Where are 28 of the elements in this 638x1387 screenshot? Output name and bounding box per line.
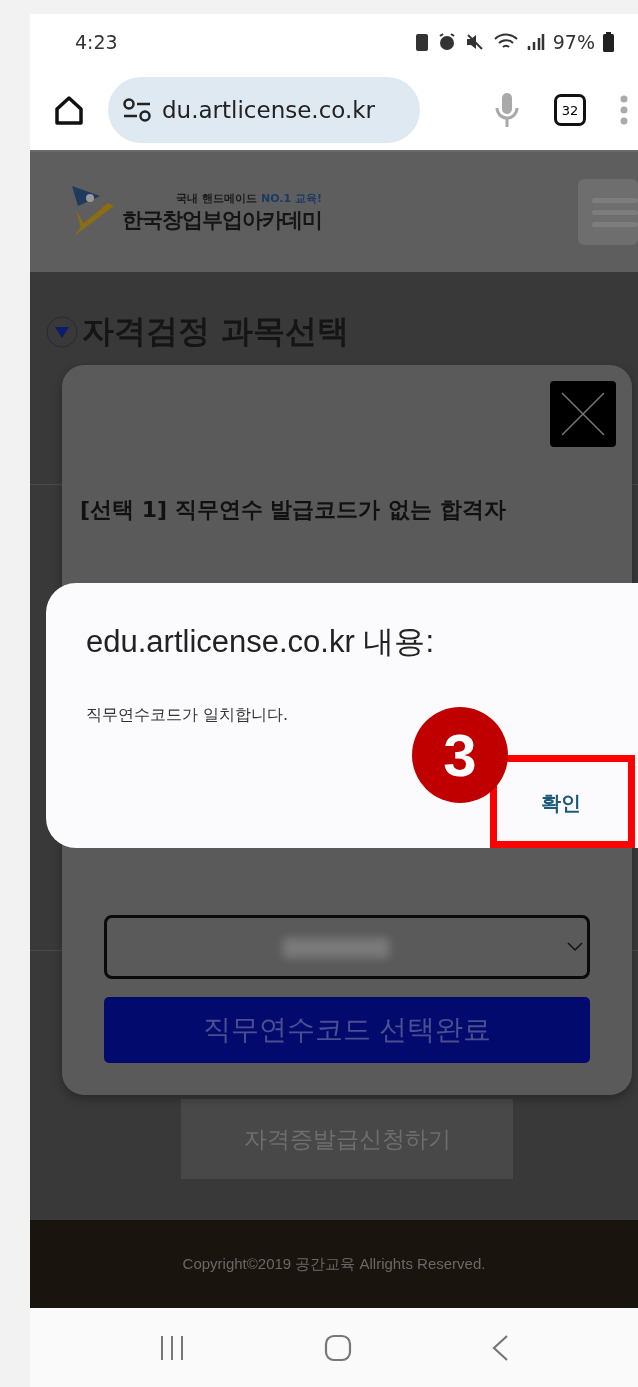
mute-icon [464,32,485,52]
back-icon[interactable] [490,1333,509,1362]
home-button-icon[interactable] [324,1333,352,1362]
copyright-text: Copyright©2019 공간교육 Allrights Reserved. [182,1254,486,1274]
home-icon[interactable] [52,93,86,127]
recent-apps-icon[interactable] [159,1334,186,1361]
dialog-message: 직무연수코드가 일치합니다. [86,705,289,726]
clock-time: 4:23 [75,31,119,53]
site-settings-icon[interactable] [122,97,152,123]
microphone-icon[interactable] [494,92,520,128]
confirm-button[interactable]: 확인 [506,778,616,828]
logo-icon [70,186,116,238]
more-options-icon[interactable] [620,95,628,125]
logo-tagline: 국내 핸드메이드 NO.1 교육! [176,190,322,206]
close-button[interactable] [550,381,616,447]
tab-count-button[interactable]: 32 [554,94,586,126]
dialog-title: edu.artlicense.co.kr 내용: [86,623,435,661]
option-heading: [선택 1] 직무연수 발급코드가 없는 합격자 [80,496,506,524]
battery-percent: 97% [552,31,595,53]
battery-icon [603,32,614,52]
signal-icon [526,32,545,52]
close-icon[interactable] [560,391,606,437]
triangle-down-icon [46,316,78,348]
chevron-down-icon [567,942,583,952]
address-bar[interactable]: du.artlicense.co.kr [108,77,420,143]
battery-saver-icon [414,32,429,52]
code-select-field[interactable] [104,915,590,979]
logo-title: 한국창업부업아카데미 [122,206,322,234]
